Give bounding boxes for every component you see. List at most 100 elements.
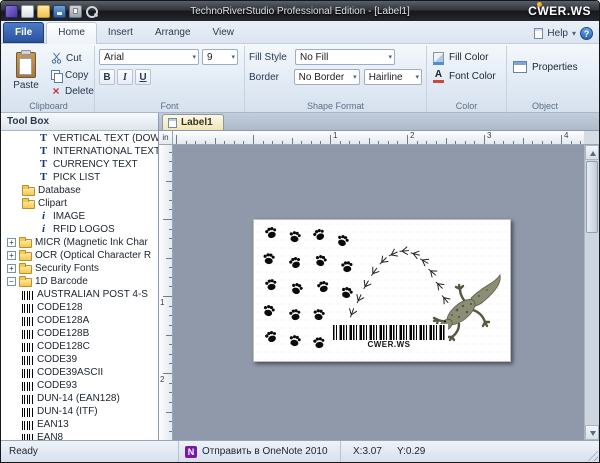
toolbox-item[interactable]: CODE128B [1, 327, 158, 340]
barcode-icon [22, 291, 34, 300]
toolbox-item[interactable]: DUN-14 (ITF) [1, 405, 158, 418]
delete-button[interactable]: × Delete [49, 84, 96, 99]
text-icon: T [37, 159, 50, 170]
barcode-icon [22, 343, 34, 352]
toolbox-item[interactable]: AUSTRALIAN POST 4-S [1, 288, 158, 301]
fill-color-button[interactable]: Fill Color [431, 49, 502, 65]
toolbox-item[interactable]: Clipart [1, 197, 158, 210]
help-question-icon[interactable]: ? [580, 27, 593, 40]
font-size-select[interactable]: 9 ▾ [202, 49, 238, 65]
toolbox-item[interactable]: CODE39 [1, 353, 158, 366]
toolbox-item[interactable]: CODE39ASCII [1, 366, 158, 379]
scrollbar-thumb[interactable] [586, 161, 598, 233]
copy-icon [51, 70, 61, 81]
design-canvas[interactable]: CWER.WS [173, 145, 584, 440]
toolbox-item[interactable]: CODE93 [1, 379, 158, 392]
info-icon: i [37, 224, 50, 235]
toolbox-item-label: EAN8 [37, 432, 63, 440]
toolbox-item[interactable]: +Security Fonts [1, 262, 158, 275]
tab-view[interactable]: View [202, 23, 246, 43]
border-label: Border [249, 72, 290, 83]
group-label-clipboard: Clipboard [3, 101, 94, 111]
help-menu[interactable]: Help [547, 28, 568, 39]
group-label-shape-format: Shape Format [245, 101, 426, 111]
help-zone: Help ▾ ? [534, 27, 597, 43]
properties-window-icon [513, 61, 527, 73]
barcode-icon [22, 421, 34, 430]
font-color-button[interactable]: A Font Color [431, 68, 502, 84]
document-tab-bar: Label1 [159, 113, 599, 131]
toolbox-item[interactable]: CODE128 [1, 301, 158, 314]
border-weight-select[interactable]: Hairline ▾ [364, 69, 422, 85]
toolbox-item[interactable]: EAN8 [1, 431, 158, 440]
tab-home[interactable]: Home [46, 22, 97, 44]
toolbox-item[interactable]: +MICR (Magnetic Ink Char [1, 236, 158, 249]
italic-button[interactable]: I [117, 69, 133, 85]
fill-style-select[interactable]: No Fill ▾ [295, 49, 395, 65]
barcode-object[interactable]: CWER.WS [330, 324, 448, 350]
tab-insert[interactable]: Insert [97, 23, 144, 43]
toolbox-item[interactable]: TINTERNATIONAL TEXT [1, 145, 158, 158]
cursor-x-coordinate: X:3.07 [341, 446, 397, 457]
group-label-color: Color [427, 101, 506, 111]
properties-button[interactable]: Properties [511, 57, 579, 77]
label-sheet[interactable]: CWER.WS [253, 219, 511, 362]
barcode-icon [22, 330, 34, 339]
toolbox-item[interactable]: TVERTICAL TEXT (DOW [1, 132, 158, 145]
expand-icon[interactable]: + [7, 238, 16, 247]
send-to-onenote-button[interactable]: N Отправить в OneNote 2010 [179, 441, 341, 462]
expand-icon[interactable]: + [7, 251, 16, 260]
paste-clipboard-icon [16, 52, 36, 78]
toolbox-item[interactable]: iIMAGE [1, 210, 158, 223]
tab-arrange[interactable]: Arrange [144, 23, 202, 43]
toolbox-item[interactable]: DUN-14 (EAN128) [1, 392, 158, 405]
toolbox-item-label: OCR (Optical Character R [35, 250, 151, 261]
paste-button[interactable]: Paste [7, 49, 45, 99]
vertical-scrollbar[interactable] [584, 145, 599, 440]
document-tab-label1[interactable]: Label1 [162, 114, 224, 130]
status-ready: Ready [1, 441, 179, 462]
scroll-down-arrow-icon[interactable] [585, 425, 599, 440]
expand-icon[interactable]: + [7, 264, 16, 273]
print-icon[interactable] [69, 5, 82, 18]
folder-icon [19, 265, 32, 274]
toolbox-item[interactable]: TPICK LIST [1, 171, 158, 184]
border-style-select[interactable]: No Border ▾ [294, 69, 360, 85]
toolbox-item[interactable]: iRFID LOGOS [1, 223, 158, 236]
toolbox-item[interactable]: −1D Barcode [1, 275, 158, 288]
toolbox-item[interactable]: Database [1, 184, 158, 197]
open-icon[interactable] [37, 5, 50, 18]
collapse-icon[interactable]: − [7, 277, 16, 286]
font-color-icon: A [433, 70, 444, 83]
toolbox-item-label: PICK LIST [53, 172, 100, 183]
toolbox-item-label: AUSTRALIAN POST 4-S [37, 289, 148, 300]
tab-file[interactable]: File [3, 22, 44, 43]
app-icon[interactable] [5, 5, 18, 18]
folder-icon [22, 200, 35, 209]
toolbox-item[interactable]: EAN13 [1, 418, 158, 431]
toolbox-item[interactable]: CODE128C [1, 340, 158, 353]
status-bar: Ready N Отправить в OneNote 2010 X:3.07 … [1, 440, 599, 462]
underline-button[interactable]: U [135, 69, 151, 85]
toolbox-item-label: CODE128 [37, 302, 83, 313]
group-shape-format: Fill Style No Fill ▾ Border No Border ▾ … [245, 46, 427, 112]
preview-icon[interactable] [85, 5, 98, 18]
resize-grip[interactable] [585, 448, 598, 461]
folder-icon [22, 187, 35, 196]
toolbox-item[interactable]: CODE128A [1, 314, 158, 327]
cut-button[interactable]: Cut [49, 51, 96, 66]
chevron-down-icon[interactable]: ▾ [572, 29, 576, 38]
scroll-up-arrow-icon[interactable] [585, 145, 599, 160]
copy-button[interactable]: Copy [49, 68, 96, 83]
bold-button[interactable]: B [99, 69, 115, 85]
group-clipboard: Paste Cut Copy [3, 46, 95, 112]
barcode-icon [22, 382, 34, 391]
toolbox-item[interactable]: + OCR (Optical Character R [1, 249, 158, 262]
toolbox-item[interactable]: TCURRENCY TEXT [1, 158, 158, 171]
toolbox-item-label: INTERNATIONAL TEXT [53, 146, 158, 157]
new-document-icon[interactable] [21, 5, 34, 18]
dropdown-arrow-icon: ▾ [351, 73, 357, 81]
font-family-select[interactable]: Arial ▾ [99, 49, 199, 65]
group-label-object: Object [507, 101, 583, 111]
save-icon[interactable] [53, 5, 66, 18]
